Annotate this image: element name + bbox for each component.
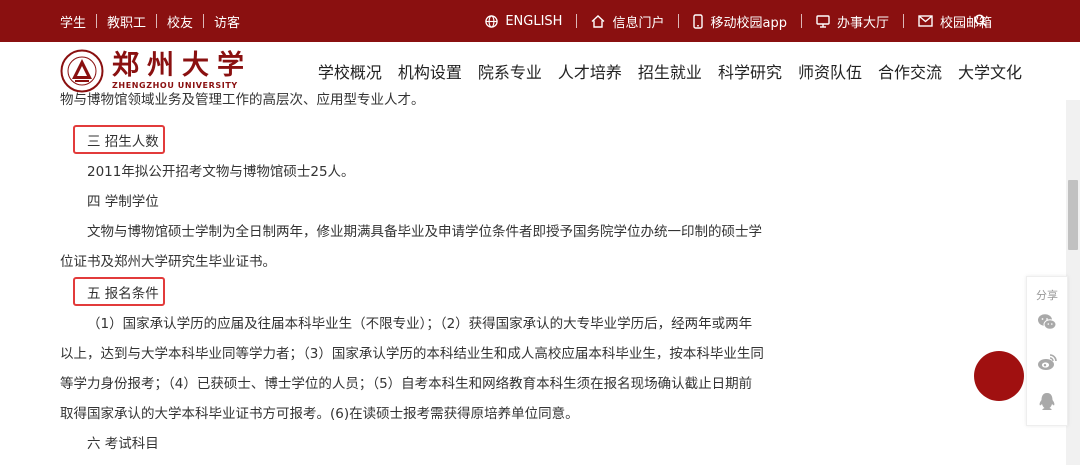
nav-item-culture[interactable]: 大学文化 <box>958 59 1022 83</box>
nav-item-research[interactable]: 科学研究 <box>718 59 782 83</box>
heading-eligibility: 五 报名条件 <box>87 286 159 302</box>
paragraph-eligibility-line3: 等学力身份报考；（4）已获硕士、博士学位的人员；（5）自考本科生和网络教育本科生… <box>60 376 753 392</box>
wechat-icon <box>1038 314 1057 330</box>
paragraph-duration-line2: 位证书及郑州大学研究生毕业证书。 <box>60 254 276 270</box>
paragraph-duration-line1: 文物与博物馆硕士学制为全日制两年，修业期满具备毕业及申请学位条件者即授予国务院学… <box>87 224 762 240</box>
link-mobile-app-label: 移动校园app <box>710 15 787 31</box>
link-visitor[interactable]: 访客 <box>204 12 250 31</box>
share-weibo-button[interactable] <box>1036 351 1058 373</box>
heading-exam-subjects: 六 考试科目 <box>87 436 159 452</box>
site-logo[interactable]: 郑州大学 ZHENGZHOU UNIVERSITY <box>60 49 252 93</box>
heading-enrollment: 三 招生人数 <box>87 134 159 150</box>
top-bar: 学生 教职工 校友 访客 ENGLISH 信息门户 移动校园app 办事大厅 校… <box>0 0 1080 42</box>
nav-item-education[interactable]: 人才培养 <box>558 59 622 83</box>
search-icon <box>974 14 987 27</box>
share-wechat-button[interactable] <box>1036 311 1058 333</box>
link-service-hall-label: 办事大厅 <box>836 15 889 31</box>
paragraph-eligibility-line2: 以上，达到与大学本科毕业同等学力者；（3）国家承认学历的本科结业生和成人高校应届… <box>60 346 764 362</box>
logo-english-name: ZHENGZHOU UNIVERSITY <box>112 81 238 90</box>
nav-item-overview[interactable]: 学校概况 <box>318 59 382 83</box>
nav-item-departments[interactable]: 院系专业 <box>478 59 542 83</box>
link-info-portal[interactable]: 信息门户 <box>577 12 678 31</box>
share-panel: 分享 <box>1026 276 1068 426</box>
scrollbar-track[interactable] <box>1066 100 1080 465</box>
heading-duration: 四 学制学位 <box>87 194 159 210</box>
search-button[interactable] <box>974 14 987 27</box>
link-english-label: ENGLISH <box>505 13 563 29</box>
nav-item-admissions[interactable]: 招生就业 <box>638 59 702 83</box>
floating-action-button[interactable] <box>974 351 1024 401</box>
logo-text: 郑州大学 ZHENGZHOU UNIVERSITY <box>112 51 252 91</box>
logo-chinese-name: 郑州大学 <box>112 50 252 81</box>
link-student[interactable]: 学生 <box>60 12 96 31</box>
weibo-icon <box>1038 354 1057 370</box>
audience-links: 学生 教职工 校友 访客 <box>60 0 250 42</box>
mail-icon <box>918 15 933 27</box>
monitor-icon <box>816 14 830 28</box>
home-icon <box>591 14 605 28</box>
qq-icon <box>1039 393 1055 410</box>
globe-icon <box>485 14 499 28</box>
share-qq-button[interactable] <box>1036 391 1058 413</box>
nav-item-faculty[interactable]: 师资队伍 <box>798 59 862 83</box>
paragraph-eligibility-line1: （1）国家承认学历的应届及往届本科毕业生（不限专业）；（2）获得国家承认的大专毕… <box>87 316 753 332</box>
service-links: ENGLISH 信息门户 移动校园app 办事大厅 校园邮箱 <box>471 0 992 42</box>
link-info-portal-label: 信息门户 <box>612 15 665 31</box>
nav-item-cooperation[interactable]: 合作交流 <box>878 59 942 83</box>
mobile-icon <box>693 13 704 29</box>
link-english[interactable]: ENGLISH <box>471 14 576 29</box>
link-alumni[interactable]: 校友 <box>157 12 203 31</box>
university-seal-icon <box>60 49 104 93</box>
scrollbar-thumb[interactable] <box>1068 180 1078 250</box>
share-title: 分享 <box>1036 289 1058 302</box>
paragraph-partial: 物与博物馆领域业务及管理工作的高层次、应用型专业人才。 <box>60 92 425 108</box>
link-service-hall[interactable]: 办事大厅 <box>802 12 903 31</box>
nav-item-organization[interactable]: 机构设置 <box>398 59 462 83</box>
link-staff[interactable]: 教职工 <box>97 12 156 31</box>
paragraph-enrollment: 2011年拟公开招考文物与博物馆硕士25人。 <box>87 164 355 180</box>
link-mobile-app[interactable]: 移动校园app <box>679 12 800 31</box>
paragraph-eligibility-line4: 取得国家承认的大学本科毕业证书方可报考。(6)在读硕士报考需获得原培养单位同意。 <box>60 406 579 422</box>
